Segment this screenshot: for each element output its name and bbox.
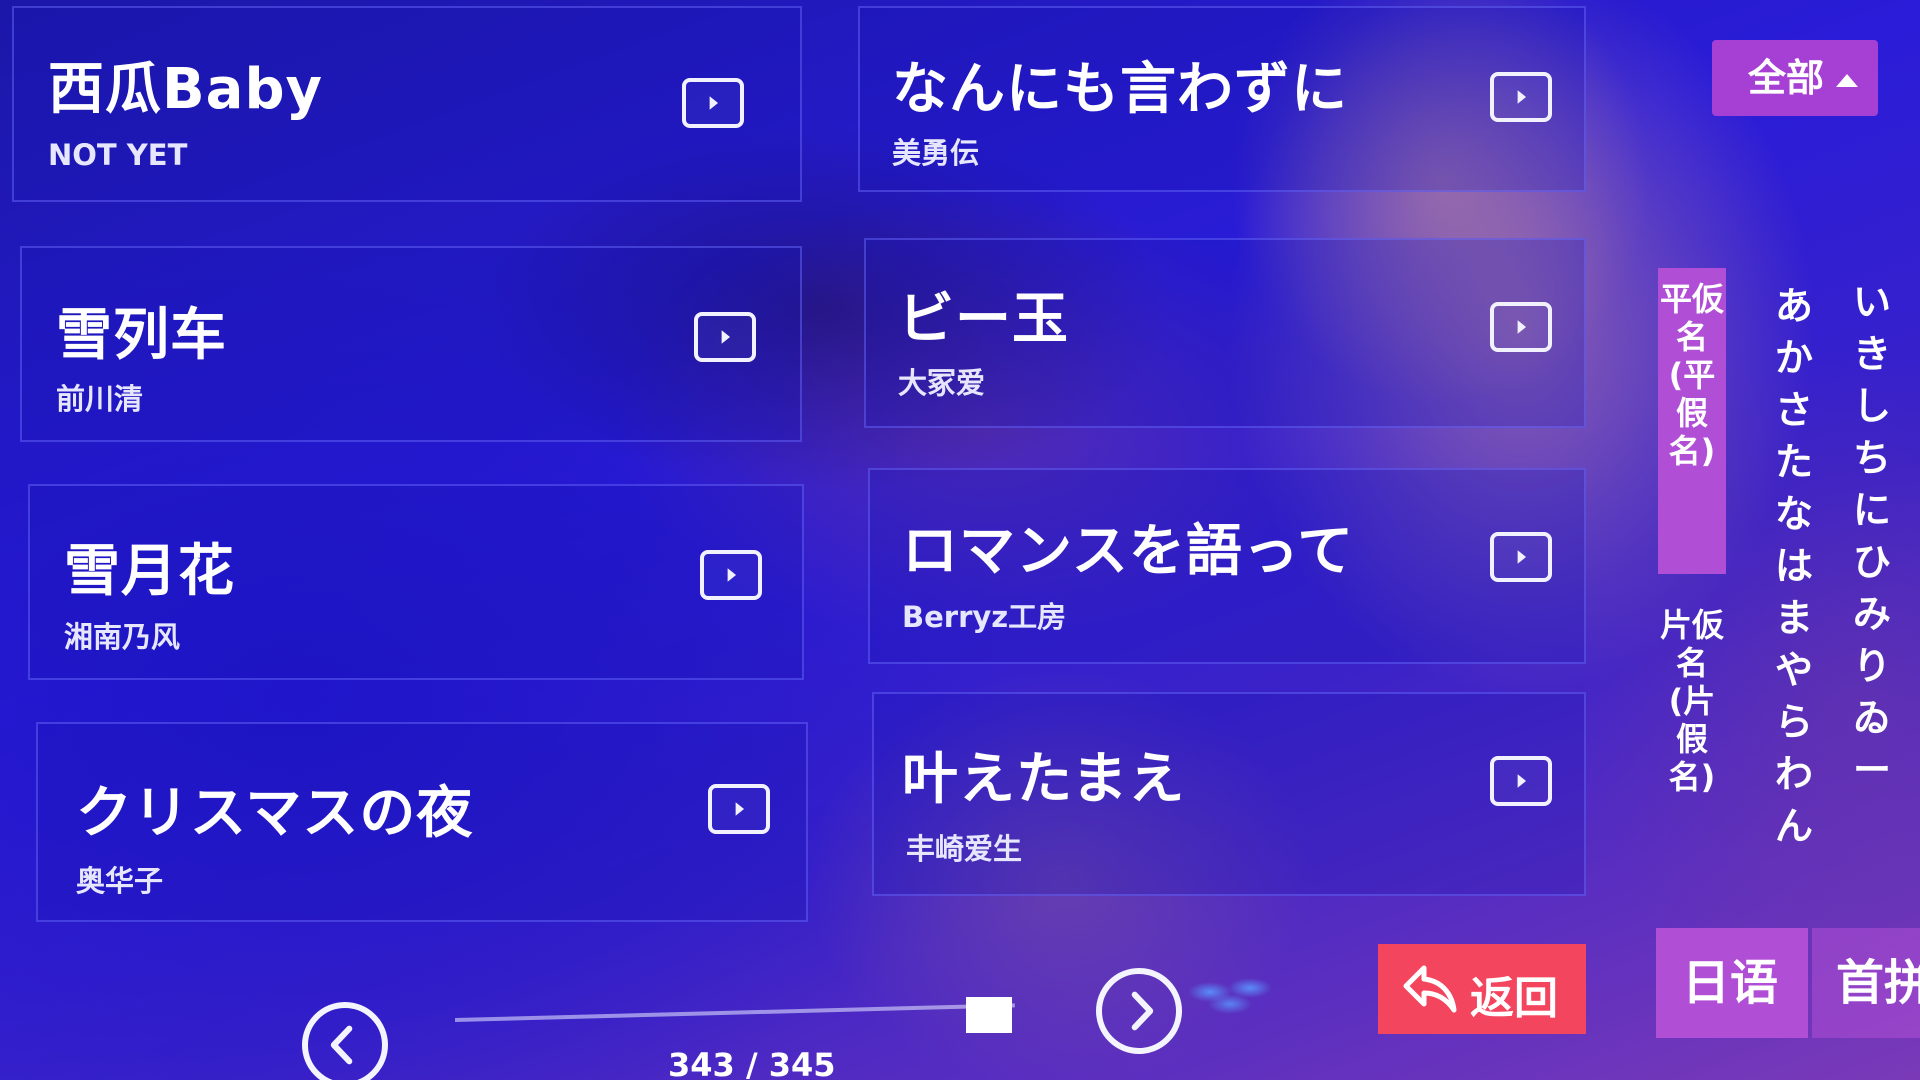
play-icon[interactable] (700, 550, 762, 600)
page-slider-track[interactable] (454, 1003, 1015, 1022)
song-artist: 美勇伝 (892, 136, 980, 170)
song-title: 雪月花 (64, 539, 235, 604)
song-title: 叶えたまえ (902, 747, 1186, 812)
song-artist: Berryz工房 (902, 600, 1067, 634)
tab-hiragana[interactable]: 平仮名(平假名) (1658, 268, 1726, 574)
tab-initials[interactable]: 首拼 (1812, 928, 1920, 1038)
song-list-screen: 西瓜Baby NOT YET なんにも言わずに 美勇伝 雪列车 前川清 ビー玉 … (0, 0, 1920, 1080)
back-button-label: 返回 (1470, 973, 1558, 1024)
song-artist: NOT YET (48, 138, 188, 172)
song-card[interactable]: クリスマスの夜 奥华子 (36, 722, 808, 922)
kana-index-letters: いきしちにひみりゐー (1852, 280, 1891, 792)
song-card[interactable]: 雪列车 前川清 (20, 246, 802, 442)
caret-up-icon (1836, 74, 1858, 87)
tab-initials-label: 首拼 (1836, 955, 1920, 1011)
chevron-left-icon (330, 1025, 353, 1065)
song-card[interactable]: ビー玉 大冢爱 (864, 238, 1586, 428)
song-artist: 丰崎爱生 (906, 832, 1023, 866)
back-arrow-icon (1403, 965, 1457, 1013)
song-card[interactable]: ロマンスを語って Berryz工房 (868, 468, 1586, 664)
play-icon[interactable] (682, 78, 744, 128)
next-page-button[interactable] (1096, 968, 1182, 1054)
back-button[interactable]: 返回 (1378, 944, 1586, 1034)
song-card[interactable]: なんにも言わずに 美勇伝 (858, 6, 1586, 192)
song-title: なんにも言わずに (892, 57, 1348, 122)
filter-dropdown-button[interactable]: 全部 (1712, 40, 1878, 116)
tab-japanese[interactable]: 日语 (1656, 928, 1808, 1038)
song-title: ロマンスを語って (902, 519, 1355, 584)
glow-decoration (1180, 968, 1290, 1018)
song-artist: 大冢爱 (898, 366, 986, 400)
song-artist: 奥华子 (76, 864, 164, 898)
song-card[interactable]: 西瓜Baby NOT YET (12, 6, 802, 202)
filter-label: 全部 (1748, 56, 1825, 100)
song-artist: 前川清 (56, 382, 144, 416)
page-slider-thumb[interactable] (966, 997, 1012, 1033)
play-icon[interactable] (1490, 72, 1552, 122)
song-card[interactable]: 雪月花 湘南乃风 (28, 484, 804, 680)
song-title: 西瓜Baby (48, 57, 324, 122)
play-icon[interactable] (708, 784, 770, 834)
tab-japanese-label: 日语 (1682, 955, 1779, 1011)
play-icon[interactable] (1490, 532, 1552, 582)
kana-index-column-i[interactable]: いきしちにひみりゐー (1842, 276, 1902, 796)
page-counter: 343 / 345 (668, 1046, 836, 1080)
play-icon[interactable] (694, 312, 756, 362)
song-title: クリスマスの夜 (76, 781, 474, 846)
song-title: ビー玉 (898, 287, 1069, 352)
song-title: 雪列车 (56, 303, 227, 368)
prev-page-button[interactable] (302, 1002, 388, 1080)
tab-hiragana-label: 平仮名(平假名) (1659, 280, 1724, 470)
kana-index-letters: あかさたなはまやらわん (1774, 284, 1813, 848)
tab-katakana-label: 片仮名(片假名) (1659, 606, 1724, 796)
play-icon[interactable] (1490, 302, 1552, 352)
tab-katakana[interactable]: 片仮名(片假名) (1658, 594, 1726, 884)
kana-index-column-a[interactable]: あかさたなはまやらわん (1764, 280, 1824, 852)
song-artist: 湘南乃风 (64, 620, 181, 654)
play-icon[interactable] (1490, 756, 1552, 806)
chevron-right-icon (1131, 991, 1154, 1031)
song-card[interactable]: 叶えたまえ 丰崎爱生 (872, 692, 1586, 896)
